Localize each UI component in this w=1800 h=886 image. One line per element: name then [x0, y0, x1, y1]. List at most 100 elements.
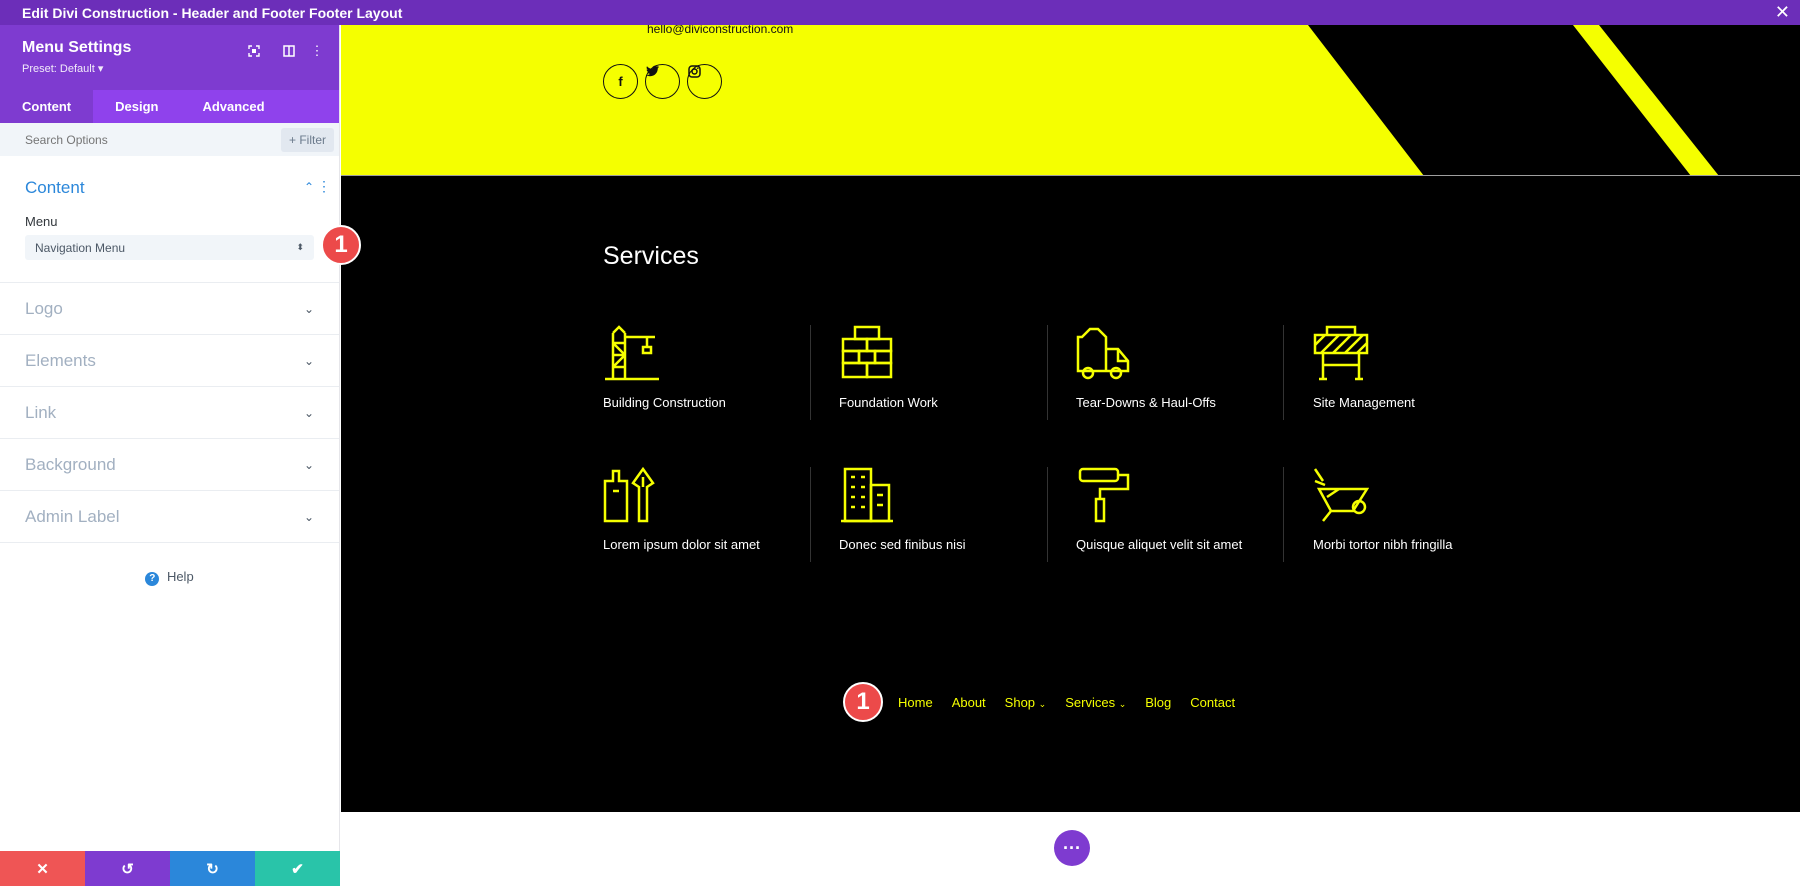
service-label: Site Management: [1313, 395, 1415, 410]
nav-item-blog[interactable]: Blog: [1145, 695, 1171, 710]
close-icon: ✕: [36, 860, 49, 878]
nav-item-shop[interactable]: Shop ⌄: [1005, 695, 1047, 710]
help-link[interactable]: ? Help: [0, 569, 339, 586]
plus-icon: +: [288, 132, 296, 147]
discard-button[interactable]: ✕: [0, 851, 85, 886]
section-background[interactable]: Background ⌄: [0, 439, 339, 491]
barrier-icon: [1313, 325, 1369, 381]
filter-label: Filter: [299, 132, 326, 147]
service-item[interactable]: Site Management: [1313, 325, 1523, 410]
chevron-down-icon: ⌄: [303, 301, 314, 316]
service-label: Foundation Work: [839, 395, 938, 410]
section-title: Link: [25, 402, 57, 422]
service-label: Tear-Downs & Haul-Offs: [1076, 395, 1216, 410]
footer-services-section: Services Building Construction Foundatio…: [341, 176, 1800, 812]
hero-stripes-graphic: [1308, 25, 1800, 175]
service-item[interactable]: Building Construction: [603, 325, 813, 410]
undo-icon: ↺: [121, 860, 134, 878]
panel-title: Menu Settings: [22, 39, 132, 56]
page-canvas: hello@diviconstruction.com f Services Bu…: [341, 25, 1800, 886]
callout-badge: 1: [321, 225, 361, 265]
service-item[interactable]: Donec sed finibus nisi: [839, 467, 1049, 552]
section-title: Logo: [25, 298, 63, 318]
nav-label: Services: [1065, 695, 1116, 710]
filter-button[interactable]: + Filter: [280, 127, 334, 152]
service-label: Morbi tortor nibh fringilla: [1313, 537, 1453, 552]
facebook-icon[interactable]: f: [603, 64, 638, 99]
chevron-down-icon: ⌄: [1118, 699, 1127, 709]
settings-panel: Menu Settings Preset: Default ▾ ⋮ Conten…: [0, 25, 340, 886]
nav-label: Shop: [1004, 695, 1036, 710]
tab-advanced[interactable]: Advanced: [180, 90, 286, 123]
brick-wall-icon: [841, 325, 893, 379]
service-divider: [1047, 325, 1048, 420]
paint-roller-icon: [1078, 467, 1130, 523]
hero-section: hello@diviconstruction.com f: [341, 25, 1800, 176]
service-divider: [810, 467, 811, 562]
content-section: Content ⌃ ⋮ Menu Navigation Menu ⬍: [0, 156, 339, 283]
fullscreen-icon[interactable]: [245, 42, 263, 60]
section-title: Elements: [25, 350, 96, 370]
tab-design[interactable]: Design: [93, 90, 180, 123]
split-view-icon[interactable]: [280, 42, 298, 60]
instagram-icon[interactable]: [687, 64, 722, 99]
preset-dropdown[interactable]: Preset: Default ▾: [22, 62, 317, 75]
service-label: Building Construction: [603, 395, 726, 410]
service-item[interactable]: Quisque aliquet velit sit amet: [1076, 467, 1286, 552]
save-button[interactable]: ✔: [255, 851, 340, 886]
section-title: Admin Label: [25, 506, 120, 526]
panel-action-bar: ✕ ↺ ↻ ✔: [0, 851, 340, 886]
service-divider: [1047, 467, 1048, 562]
footer-nav-menu: Home About Shop ⌄ Services ⌄ Blog Contac…: [898, 695, 1254, 710]
callout-badge: 1: [843, 682, 883, 722]
service-item[interactable]: Tear-Downs & Haul-Offs: [1076, 325, 1286, 410]
section-logo[interactable]: Logo ⌄: [0, 283, 339, 335]
more-horizontal-icon: ···: [1063, 837, 1081, 858]
help-label: Help: [166, 569, 194, 584]
service-item[interactable]: Foundation Work: [839, 325, 1049, 410]
chevron-up-icon[interactable]: ⌃: [304, 180, 314, 194]
nav-item-contact[interactable]: Contact: [1190, 695, 1235, 710]
window-title: Edit Divi Construction - Header and Foot…: [22, 4, 403, 21]
service-divider: [1283, 467, 1284, 562]
service-label: Donec sed finibus nisi: [839, 537, 966, 552]
menu-select[interactable]: Navigation Menu ⬍: [25, 235, 314, 260]
service-item[interactable]: Lorem ipsum dolor sit amet: [603, 467, 813, 552]
tab-content[interactable]: Content: [0, 90, 94, 123]
search-bar: + Filter: [0, 123, 339, 156]
page-settings-button[interactable]: ···: [1054, 830, 1090, 866]
search-input[interactable]: [25, 132, 225, 147]
footer-email[interactable]: hello@diviconstruction.com: [647, 25, 793, 36]
building-icon: [841, 467, 893, 523]
service-item[interactable]: Morbi tortor nibh fringilla: [1313, 467, 1523, 552]
nav-item-home[interactable]: Home: [898, 695, 933, 710]
panel-tabs: Content Design Advanced: [0, 90, 339, 123]
redo-button[interactable]: ↻: [170, 851, 255, 886]
section-admin-label[interactable]: Admin Label ⌄: [0, 491, 339, 543]
more-options-icon[interactable]: ⋮: [308, 42, 326, 60]
twitter-icon[interactable]: [645, 64, 680, 99]
section-title: Background: [25, 454, 116, 474]
service-label: Quisque aliquet velit sit amet: [1076, 537, 1243, 552]
menu-select-value: Navigation Menu: [35, 240, 126, 255]
section-link[interactable]: Link ⌄: [0, 387, 339, 439]
nav-item-about[interactable]: About: [952, 695, 986, 710]
service-divider: [810, 325, 811, 420]
truck-icon: [1076, 327, 1130, 380]
content-section-title[interactable]: Content: [25, 178, 314, 198]
chevron-down-icon: ⌄: [1038, 699, 1047, 709]
help-icon: ?: [145, 572, 160, 586]
section-options-icon[interactable]: ⋮: [317, 178, 331, 195]
nav-item-services[interactable]: Services ⌄: [1065, 695, 1126, 710]
menu-field-label: Menu: [25, 214, 58, 229]
chevron-down-icon: ⌄: [303, 509, 314, 524]
close-icon[interactable]: ✕: [1775, 2, 1790, 23]
crane-icon: [605, 325, 659, 381]
service-label: Lorem ipsum dolor sit amet: [603, 537, 760, 552]
undo-button[interactable]: ↺: [85, 851, 170, 886]
wheelbarrow-icon: [1313, 468, 1369, 522]
panel-header: Menu Settings Preset: Default ▾ ⋮: [0, 25, 339, 90]
service-divider: [1283, 325, 1284, 420]
chevron-down-icon: ⌄: [303, 405, 314, 420]
section-elements[interactable]: Elements ⌄: [0, 335, 339, 387]
